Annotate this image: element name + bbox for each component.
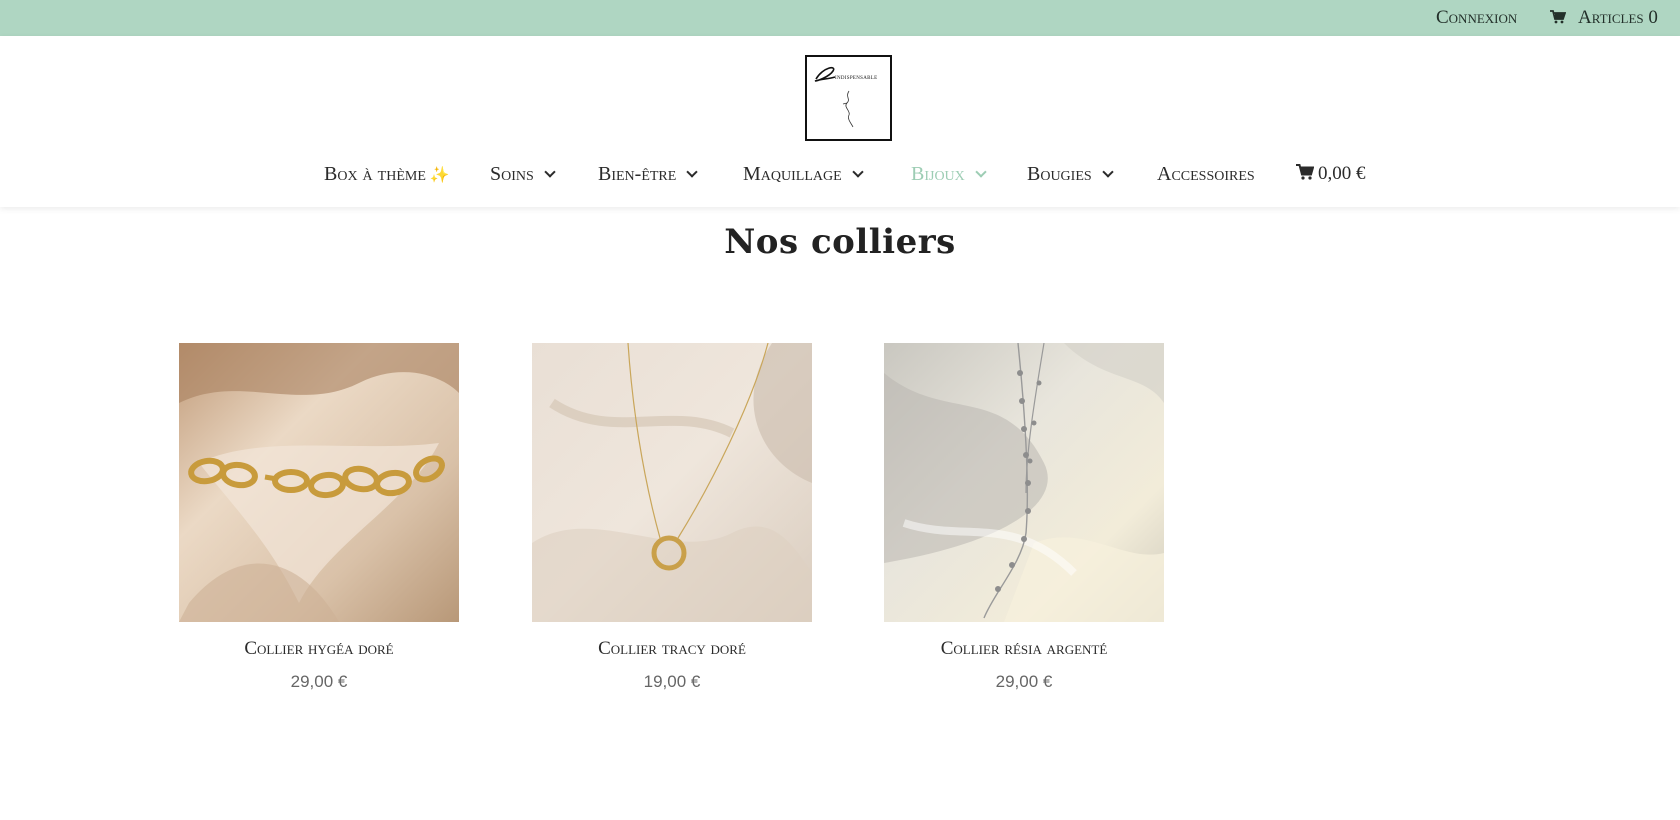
logo-text: indispensable (835, 73, 878, 81)
product-card[interactable]: Collier tracy doré 19,00 € (532, 343, 812, 692)
nav-item-bougies[interactable]: Bougies (1027, 156, 1114, 196)
nav-cart[interactable]: 0,00 € (1296, 156, 1366, 196)
login-link[interactable]: Connexion (1436, 0, 1517, 36)
site-logo[interactable]: indispensable (805, 55, 892, 141)
cart-icon (1296, 164, 1314, 180)
product-price: 19,00 € (643, 672, 701, 691)
cart-icon[interactable] (1550, 10, 1566, 24)
nav-item-label: Soins (490, 163, 534, 185)
nav-item-label: Bien-être (598, 163, 677, 185)
nav-item-bijoux[interactable]: Bijoux (911, 156, 987, 196)
product-card[interactable]: Collier résia argenté 29,00 € (884, 343, 1164, 692)
chevron-down-icon (686, 166, 698, 178)
chevron-down-icon (544, 166, 556, 178)
nav-cart-total: 0,00 € (1318, 163, 1366, 184)
product-image[interactable] (179, 343, 459, 622)
product-name[interactable]: Collier hygéa doré (179, 638, 459, 660)
sparkle-icon: ✨ (429, 167, 450, 184)
product-image[interactable] (884, 343, 1164, 622)
product-price: 29,00 € (290, 672, 348, 691)
product-card[interactable]: Collier hygéa doré 29,00 € (179, 343, 459, 692)
nav-item-accessoires[interactable]: Accessoires (1157, 156, 1255, 196)
top-bar: Connexion Articles 0 (0, 0, 1680, 36)
nav-item-box-a-theme[interactable]: Box à thème ✨ (324, 156, 450, 196)
nav-item-label: Bougies (1027, 163, 1092, 185)
site-header: indispensable Box à thème ✨ Soins Bien-êt… (0, 36, 1680, 207)
nav-item-soins[interactable]: Soins (490, 156, 556, 196)
nav-item-maquillage[interactable]: Maquillage (743, 156, 864, 196)
product-image[interactable] (532, 343, 812, 622)
logo-mark-icon (814, 66, 854, 128)
nav-item-label: Bijoux (911, 163, 965, 185)
product-photo-gold-chain (179, 343, 459, 622)
product-name[interactable]: Collier résia argenté (884, 638, 1164, 660)
nav-item-label: Box à thème (324, 163, 426, 185)
product-photo-silver-necklace (884, 343, 1164, 622)
chevron-down-icon (975, 166, 987, 178)
cart-articles-link[interactable]: Articles 0 (1578, 0, 1658, 36)
nav-item-label: Maquillage (743, 163, 842, 185)
chevron-down-icon (1102, 166, 1114, 178)
nav-item-label: Accessoires (1157, 163, 1255, 185)
nav-item-bien-etre[interactable]: Bien-être (598, 156, 698, 196)
page-title: Nos colliers (724, 222, 956, 262)
product-name[interactable]: Collier tracy doré (532, 638, 812, 660)
main-nav: Box à thème ✨ Soins Bien-être Maquillage … (0, 156, 1680, 196)
product-price: 29,00 € (995, 672, 1053, 691)
product-photo-gold-ring-necklace (532, 343, 812, 622)
chevron-down-icon (851, 166, 864, 178)
